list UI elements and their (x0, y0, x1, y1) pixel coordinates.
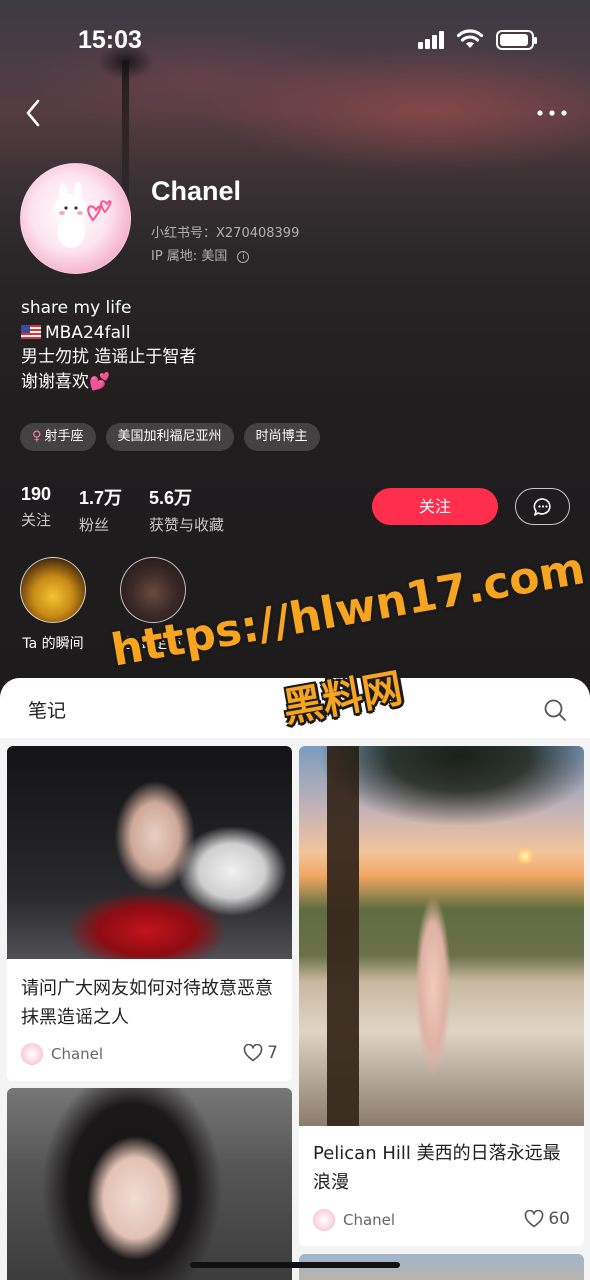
notes-panel: 笔记 请问广大网友如何对待故意恶意抹黑造谣之人 Chanel 7 Pelican… (0, 678, 590, 1280)
note-card[interactable]: Pelican Hill 美西的日落永远最浪漫 Chanel 60 (299, 746, 584, 1246)
us-flag-icon (21, 324, 41, 339)
note-author[interactable]: Chanel (21, 1043, 103, 1065)
bio-line-text: 谢谢喜欢 (21, 371, 89, 392)
avatar[interactable] (20, 163, 131, 274)
tag-occupation[interactable]: 时尚博主 (243, 423, 320, 451)
tree-silhouette (299, 746, 584, 1126)
highlight-thumbnail (20, 557, 86, 623)
bio-line: MBA24fall (21, 321, 196, 346)
bio-line: share my life (21, 298, 132, 318)
bio-line-text: MBA24fall (45, 322, 131, 343)
heart-icon (525, 1210, 544, 1228)
follow-button[interactable]: 关注 (372, 488, 498, 525)
chat-bubble-icon (533, 498, 551, 516)
note-author[interactable]: Chanel (313, 1209, 395, 1231)
status-bar: 15:03 (0, 0, 590, 80)
home-indicator[interactable] (190, 1262, 400, 1268)
stat-followers[interactable]: 1.7万 粉丝 (79, 484, 122, 535)
signal-icon (418, 30, 446, 49)
battery-icon (496, 30, 537, 50)
heart-icon (243, 1044, 263, 1062)
stat-label: 关注 (21, 511, 52, 529)
note-card[interactable] (7, 1088, 292, 1280)
author-avatar (313, 1209, 335, 1231)
author-name: Chanel (51, 1045, 104, 1063)
highlight-label: Ta 的瞬间 (22, 636, 84, 652)
note-cover-image (7, 1088, 292, 1280)
bio-line: 男士勿扰 造谣止于智者 (21, 347, 197, 367)
note-title: Pelican Hill 美西的日落永远最浪漫 (313, 1143, 561, 1193)
two-hearts-icon: 💕 (89, 371, 111, 392)
stat-value: 1.7万 (79, 488, 123, 508)
profile-tags: ♀ 射手座 美国加利福尼亚州 时尚博主 (20, 423, 320, 451)
bio-line: 谢谢喜欢💕 (21, 370, 196, 395)
tab-notes[interactable]: 笔记 (28, 696, 66, 723)
message-button[interactable] (515, 488, 570, 525)
author-avatar (21, 1043, 43, 1065)
back-arrow-icon[interactable] (22, 96, 50, 130)
stat-value: 5.6万 (149, 488, 193, 508)
likes-count: 7 (267, 1043, 278, 1063)
tag-location[interactable]: 美国加利福尼亚州 (105, 423, 234, 451)
stat-value: 190 (21, 484, 52, 504)
tag-zodiac[interactable]: ♀ 射手座 (20, 423, 96, 451)
palm-trunk (122, 60, 129, 210)
stat-likes-collections[interactable]: 5.6万 获赞与收藏 (149, 484, 224, 535)
stat-following[interactable]: 190 关注 (21, 484, 51, 530)
tag-label: 射手座 (44, 429, 84, 444)
status-time: 15:03 (78, 26, 142, 54)
search-icon[interactable] (543, 698, 567, 722)
note-cover-image (7, 746, 292, 959)
note-cover-image (299, 746, 584, 1126)
info-icon[interactable]: i (237, 250, 250, 263)
highlight-moments[interactable]: Ta 的瞬间 (8, 557, 98, 653)
profile-id: 小红书号：X270408399 (151, 226, 300, 241)
note-title: 请问广大网友如何对待故意恶意抹黑造谣之人 (21, 978, 273, 1028)
ip-location-text: IP 属地: 美国 (151, 249, 228, 264)
female-symbol-icon: ♀ (32, 429, 42, 444)
more-options-icon[interactable] (534, 102, 574, 124)
stat-label: 粉丝 (79, 516, 110, 534)
profile-bio: share my life MBA24fall 男士勿扰 造谣止于智者 谢谢喜欢… (21, 296, 196, 394)
note-likes[interactable]: 7 (243, 1043, 278, 1063)
note-likes[interactable]: 60 (524, 1209, 570, 1229)
highlight-thumbnail (120, 557, 186, 623)
bunny-avatar-illustration (55, 182, 112, 248)
profile-name: Chanel (151, 176, 242, 206)
stat-label: 获赞与收藏 (149, 516, 225, 534)
author-name: Chanel (343, 1211, 396, 1229)
likes-count: 60 (548, 1209, 570, 1229)
note-card[interactable]: 请问广大网友如何对待故意恶意抹黑造谣之人 Chanel 7 (7, 746, 292, 1081)
wifi-icon (456, 29, 484, 48)
profile-ip-location: IP 属地: 美国 i (151, 245, 250, 264)
